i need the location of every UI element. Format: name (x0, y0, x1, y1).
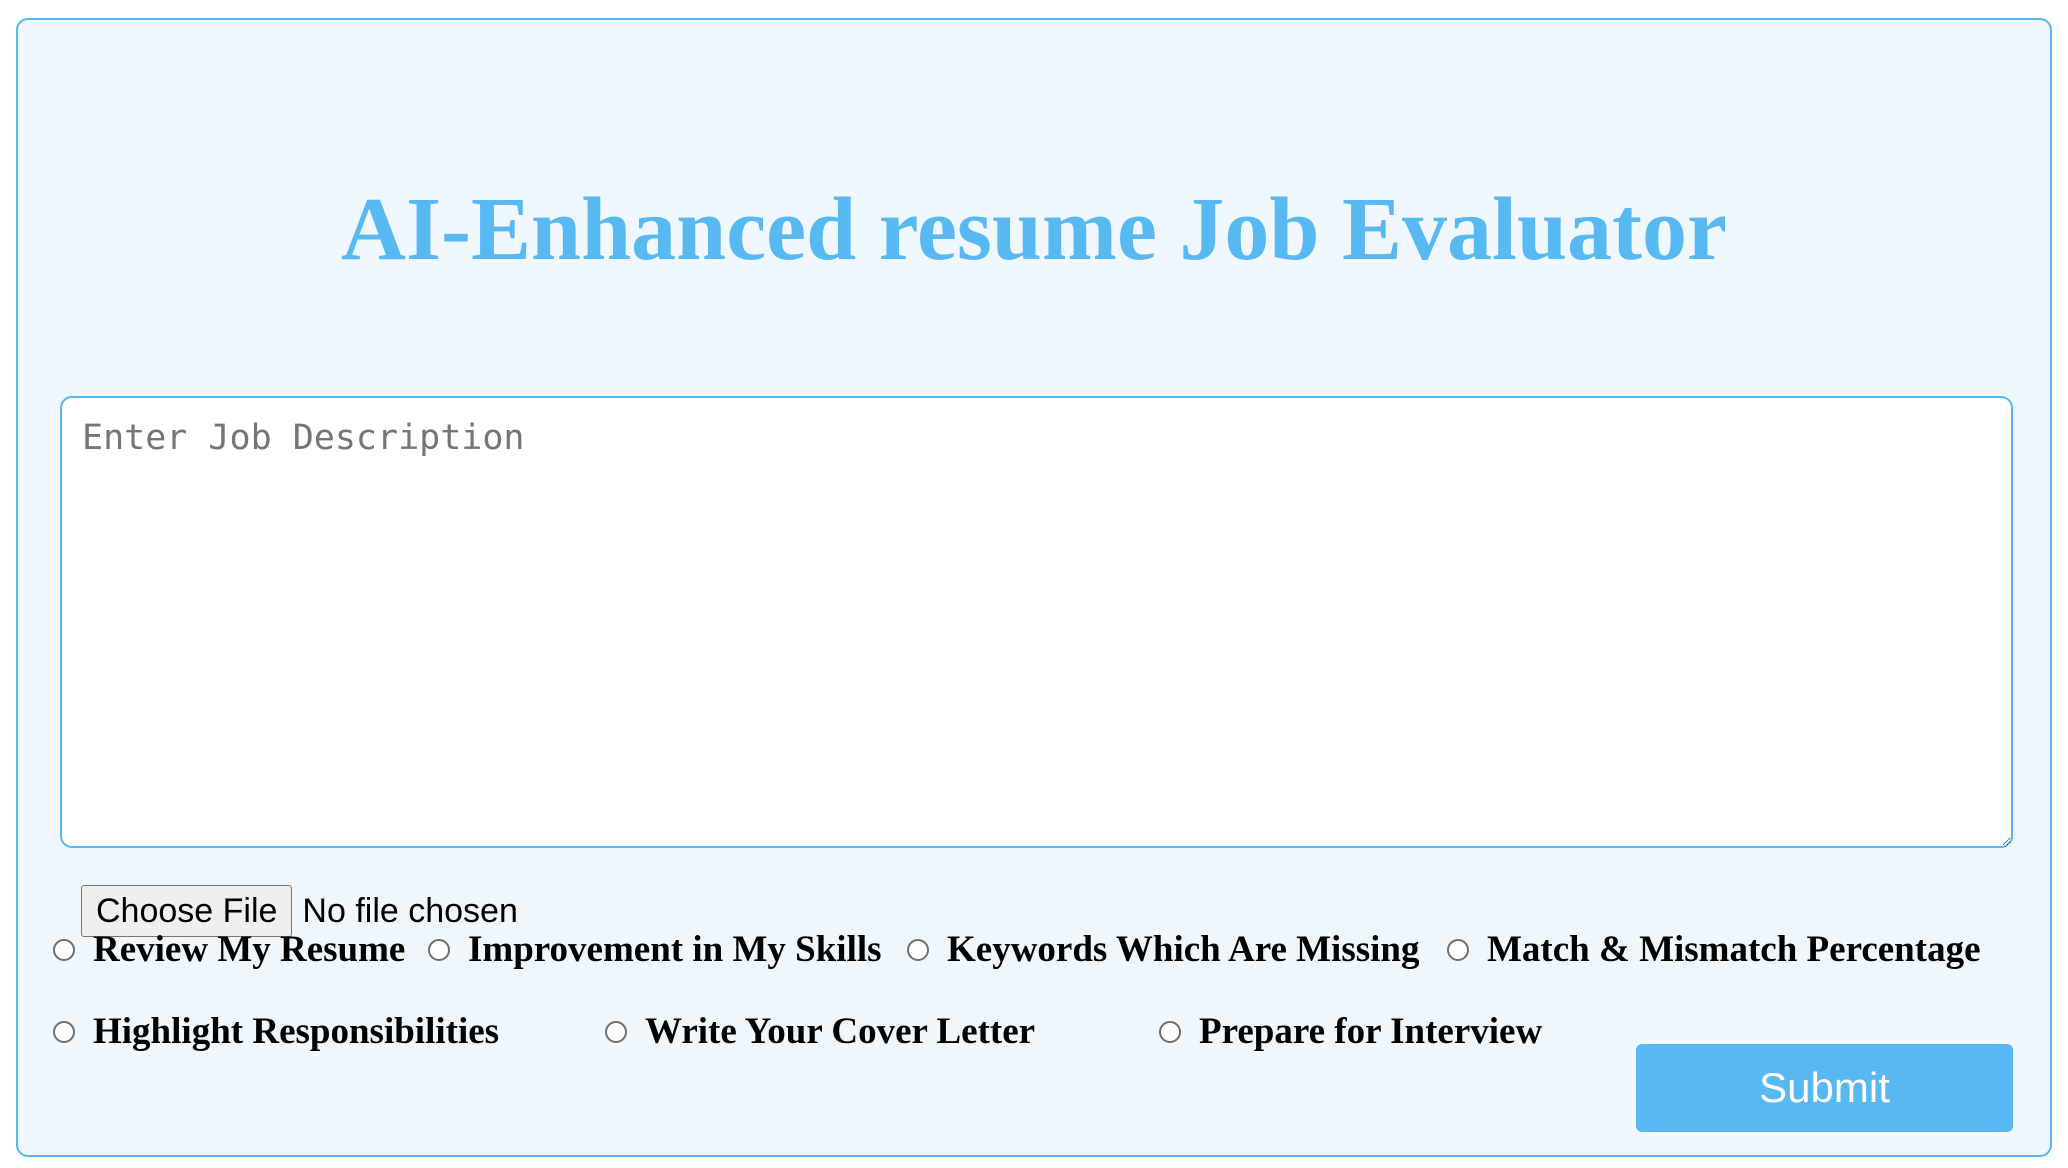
radio-write-cover-letter[interactable] (605, 1020, 627, 1043)
job-description-input[interactable] (60, 396, 2013, 848)
radio-review-my-resume[interactable] (53, 938, 75, 961)
option-label: Review My Resume (93, 929, 406, 970)
evaluator-card: AI-Enhanced resume Job Evaluator Choose … (16, 18, 2052, 1157)
option-highlight-responsibilities[interactable]: Highlight Responsibilities (53, 1010, 499, 1053)
page-title: AI-Enhanced resume Job Evaluator (341, 180, 1727, 279)
option-keywords-missing[interactable]: Keywords Which Are Missing (907, 928, 1419, 971)
option-label: Prepare for Interview (1199, 1011, 1543, 1052)
file-status-text: No file chosen (302, 891, 518, 930)
radio-highlight-responsibilities[interactable] (53, 1020, 75, 1043)
option-prepare-for-interview[interactable]: Prepare for Interview (1159, 1010, 1542, 1053)
option-write-cover-letter[interactable]: Write Your Cover Letter (605, 1010, 1035, 1053)
radio-prepare-for-interview[interactable] (1159, 1020, 1181, 1043)
option-review-my-resume[interactable]: Review My Resume (53, 928, 405, 971)
radio-match-mismatch-percentage[interactable] (1447, 938, 1469, 961)
submit-button[interactable]: Submit (1636, 1044, 2013, 1132)
option-label: Write Your Cover Letter (645, 1011, 1036, 1052)
option-improvement-in-my-skills[interactable]: Improvement in My Skills (428, 928, 882, 971)
radio-keywords-missing[interactable] (907, 938, 929, 961)
option-label: Match & Mismatch Percentage (1487, 929, 1981, 970)
option-label: Keywords Which Are Missing (947, 929, 1420, 970)
option-match-mismatch-percentage[interactable]: Match & Mismatch Percentage (1447, 928, 1981, 971)
radio-improvement-in-my-skills[interactable] (428, 938, 450, 961)
option-label: Highlight Responsibilities (93, 1011, 500, 1052)
option-label: Improvement in My Skills (468, 929, 882, 970)
